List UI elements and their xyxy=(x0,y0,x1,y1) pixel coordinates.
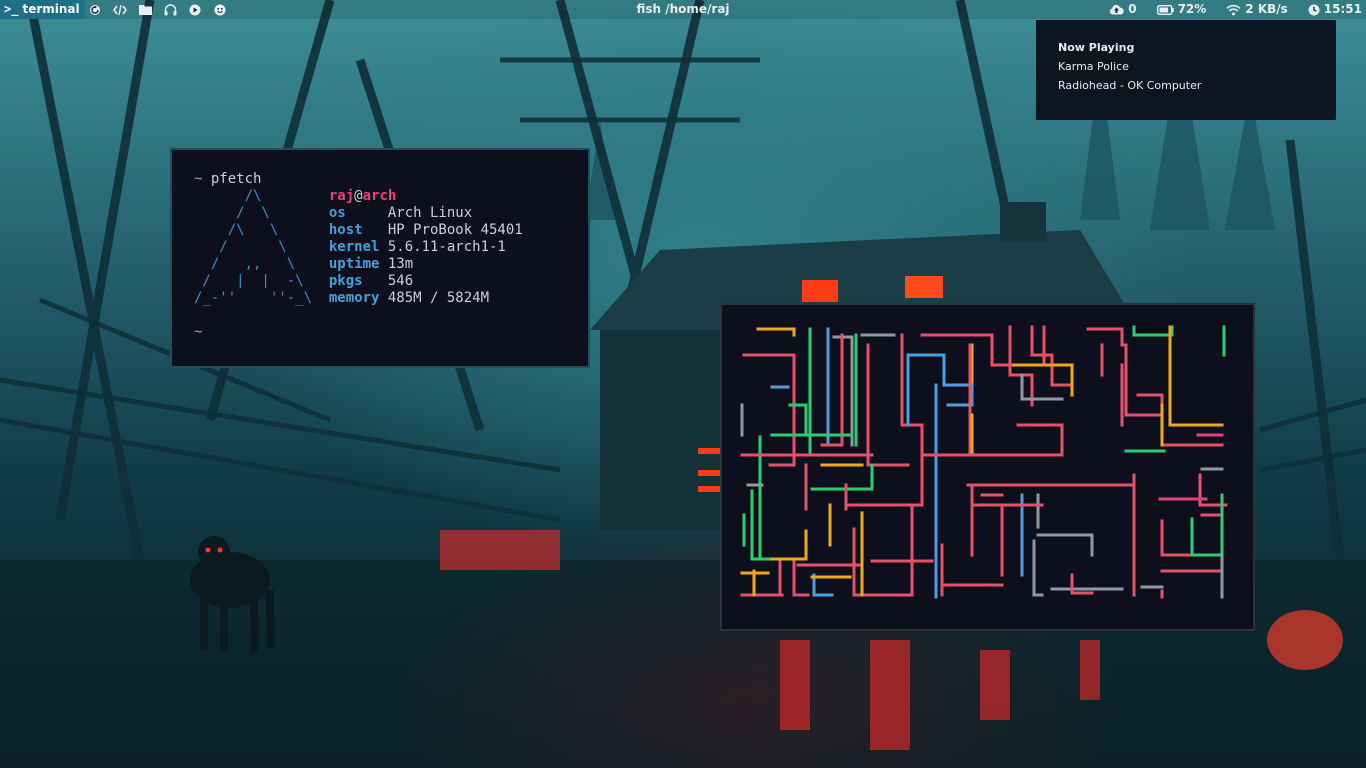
headphones-icon[interactable] xyxy=(163,0,177,19)
arch-logo-line: /\ xyxy=(194,188,262,204)
pfetch-value: 485M / 5824M xyxy=(387,290,490,306)
pfetch-row: / | | -\ pkgs 546 xyxy=(194,273,413,289)
pipe-segment xyxy=(1086,327,1162,417)
pfetch-row: / \ kernel 5.6.11-arch1-1 xyxy=(194,239,506,255)
launcher-group xyxy=(88,0,227,19)
restart-icon[interactable] xyxy=(88,0,102,19)
pipe-segment xyxy=(1036,533,1094,557)
clock-time: 15:51 xyxy=(1323,2,1362,16)
pfetch-value: 13m xyxy=(387,256,414,272)
arch-logo-line: /\ \ xyxy=(194,222,279,238)
pfetch-user: raj xyxy=(328,188,355,204)
workspace-terminal-tab[interactable]: >_ terminal xyxy=(0,0,85,19)
pipe-segment xyxy=(1132,325,1174,337)
battery-level: 72% xyxy=(1177,2,1207,16)
system-tray: 0 72% 2 KB/s 15:51 xyxy=(1109,0,1362,19)
pipe-segment xyxy=(1032,539,1044,597)
pipe-segment xyxy=(1020,373,1064,401)
now-playing-notification[interactable]: Now Playing Karma Police Radiohead - OK … xyxy=(1036,20,1336,120)
arch-logo-line: /_-'' ''-_\ xyxy=(194,290,313,306)
pipe-segment xyxy=(920,423,1064,477)
pfetch-terminal-window[interactable]: ~ pfetch /\ raj@arch / \ os Arch Linux /\ \… xyxy=(170,148,590,368)
pfetch-key: uptime xyxy=(328,256,380,272)
pipe-segment xyxy=(756,327,796,337)
pipe-segment xyxy=(968,343,1002,457)
arch-logo-line: / ,, \ xyxy=(194,256,296,272)
notification-artist-album: Radiohead - OK Computer xyxy=(1058,79,1202,92)
pfetch-value: Arch Linux xyxy=(387,205,473,221)
pipe-segment xyxy=(1160,519,1214,557)
pfetch-key: kernel xyxy=(328,239,380,255)
pipe-segment xyxy=(1136,393,1164,427)
pipe-segment xyxy=(1190,517,1224,557)
smiley-icon[interactable] xyxy=(213,0,227,19)
pipes-animation xyxy=(740,325,1228,599)
pfetch-row: / ,, \ uptime 13m xyxy=(194,256,413,272)
pipe-segment xyxy=(820,333,844,447)
code-icon[interactable] xyxy=(113,0,127,19)
pfetch-value: 5.6.11-arch1-1 xyxy=(387,239,506,255)
arch-logo-line: / \ xyxy=(194,239,287,255)
notification-track: Karma Police xyxy=(1058,60,1129,73)
pipe-segment xyxy=(788,403,808,437)
pfetch-key: pkgs xyxy=(328,273,363,289)
pfetch-row: /_-'' ''-_\ memory 485M / 5824M xyxy=(194,290,489,306)
pipe-segment xyxy=(920,333,1014,367)
workspace-label: terminal xyxy=(22,2,80,16)
pipe-segment xyxy=(906,353,946,387)
cloud-upload-icon[interactable] xyxy=(1109,4,1124,15)
arch-logo-line: / | | -\ xyxy=(194,273,304,289)
pipe-segment xyxy=(1030,325,1074,387)
pfetch-hostname: arch xyxy=(362,188,397,204)
pipes-terminal-window[interactable] xyxy=(720,303,1255,631)
pfetch-key: memory xyxy=(328,290,380,306)
pipe-segment xyxy=(770,529,808,561)
pfetch-at: @ xyxy=(354,188,363,204)
pipe-segment xyxy=(810,463,874,491)
pipe-segment xyxy=(1168,325,1224,427)
terminal-output: ~ pfetch /\ raj@arch / \ os Arch Linux /\ \… xyxy=(194,171,523,341)
pfetch-row: /\ \ host HP ProBook 45401 xyxy=(194,222,523,238)
shell-prompt-next: ~ xyxy=(194,324,203,340)
shell-prompt: ~ xyxy=(194,171,203,187)
pipe-segment xyxy=(942,383,974,407)
pfetch-command: pfetch xyxy=(210,171,262,187)
pfetch-value: 546 xyxy=(387,273,414,289)
clock-icon[interactable] xyxy=(1308,4,1320,16)
pfetch-row: /\ raj@arch xyxy=(194,188,397,204)
pfetch-key: os xyxy=(328,205,346,221)
network-speed: 2 KB/s xyxy=(1245,2,1288,16)
terminal-prompt-icon: >_ xyxy=(4,2,19,16)
play-icon[interactable] xyxy=(188,0,202,19)
top-bar: >_ terminal fish /home/raj 0 72% 2 KB/s … xyxy=(0,0,1366,19)
cloud-count: 0 xyxy=(1128,2,1137,16)
pipe-segment xyxy=(742,353,796,467)
folder-icon[interactable] xyxy=(138,0,152,19)
pipe-segment xyxy=(750,489,774,561)
wifi-icon[interactable] xyxy=(1226,4,1241,16)
arch-logo-line: / \ xyxy=(194,205,270,221)
pipe-segment xyxy=(970,413,996,457)
battery-icon[interactable] xyxy=(1156,4,1174,15)
notification-summary: Now Playing xyxy=(1058,41,1135,54)
pfetch-key: host xyxy=(328,222,363,238)
pipe-segment xyxy=(846,333,924,507)
pfetch-value: HP ProBook 45401 xyxy=(387,222,523,238)
pfetch-row: / \ os Arch Linux xyxy=(194,205,472,221)
